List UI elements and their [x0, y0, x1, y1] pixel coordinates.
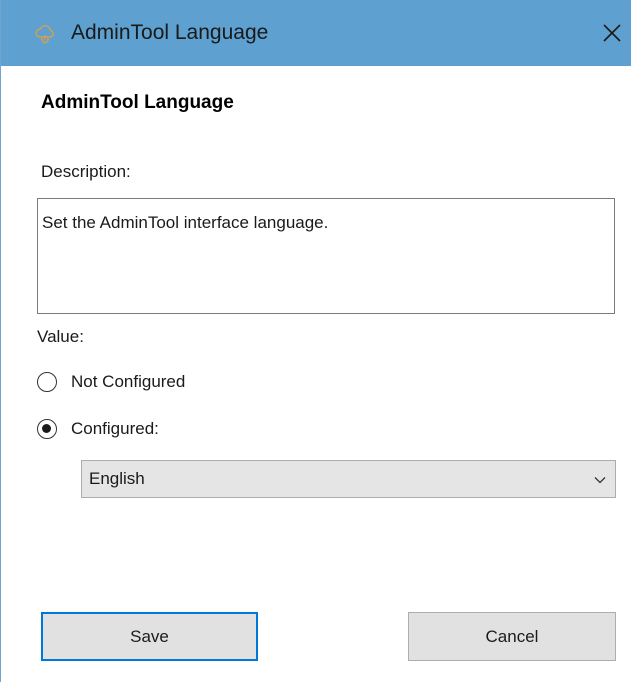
radio-configured[interactable]: Configured: — [37, 419, 159, 439]
language-select[interactable]: English — [81, 460, 616, 498]
close-button[interactable] — [592, 0, 631, 66]
description-text: Set the AdminTool interface language. — [42, 213, 329, 232]
close-icon — [603, 24, 621, 42]
cancel-button[interactable]: Cancel — [408, 612, 616, 661]
save-button[interactable]: Save — [41, 612, 258, 661]
radio-not-configured-label: Not Configured — [71, 372, 186, 391]
chevron-down-icon — [593, 473, 607, 487]
radio-configured-label: Configured: — [71, 419, 159, 438]
radio-not-configured[interactable]: Not Configured — [37, 372, 185, 392]
value-label: Value: — [37, 327, 84, 346]
radio-configured-circle[interactable] — [37, 419, 57, 439]
title-bar[interactable]: AdminTool Language — [1, 0, 631, 66]
policy-heading: AdminTool Language — [41, 92, 234, 113]
cloud-gear-icon — [33, 22, 57, 46]
description-label: Description: — [41, 162, 131, 181]
description-box[interactable]: Set the AdminTool interface language. — [37, 198, 615, 314]
language-select-value: English — [89, 469, 145, 488]
dialog-window: AdminTool Language AdminTool Language De… — [0, 0, 631, 682]
window-title: AdminTool Language — [71, 21, 269, 44]
radio-not-configured-circle[interactable] — [37, 372, 57, 392]
